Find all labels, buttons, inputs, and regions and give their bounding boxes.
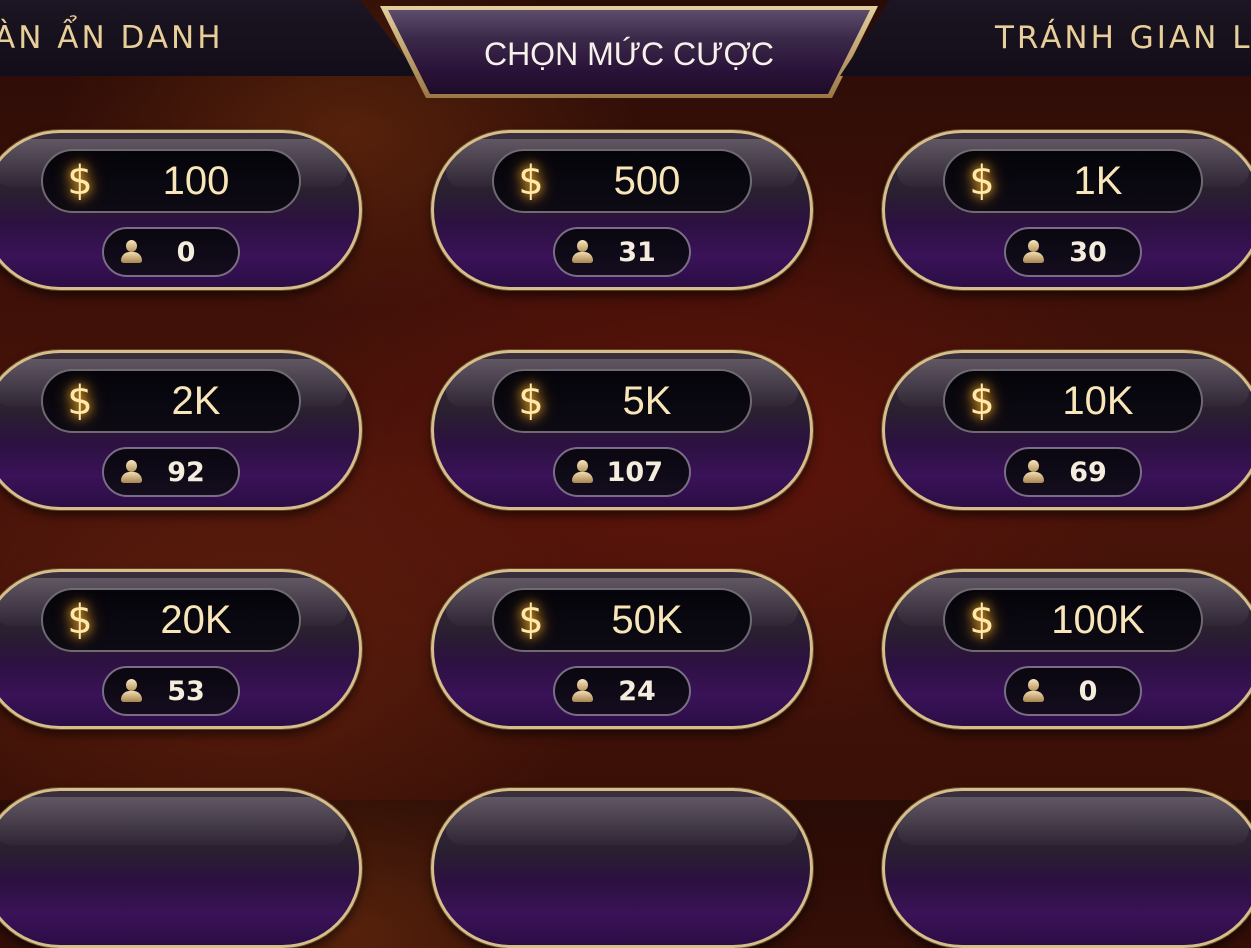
bet-amount: 50K bbox=[611, 597, 683, 642]
bet-card[interactable]: $ 5K 107 bbox=[431, 350, 813, 510]
user-icon bbox=[104, 676, 160, 706]
player-count-pill: 31 bbox=[553, 227, 691, 277]
player-count: 0 bbox=[1078, 675, 1098, 707]
player-count-pill: 24 bbox=[553, 666, 691, 716]
player-count: 31 bbox=[618, 236, 656, 268]
bet-amount-pill: $ 500 bbox=[492, 149, 752, 213]
bet-card[interactable]: $ 2K 92 bbox=[0, 350, 362, 510]
bet-amount-pill: $ 10K bbox=[943, 369, 1203, 433]
player-count-pill: 69 bbox=[1004, 447, 1142, 497]
bet-amount: 100 bbox=[162, 158, 230, 203]
player-count: 69 bbox=[1069, 456, 1107, 488]
dollar-icon: $ bbox=[67, 378, 93, 424]
user-icon bbox=[1006, 676, 1062, 706]
user-icon bbox=[104, 237, 160, 267]
user-icon bbox=[555, 237, 611, 267]
dollar-icon: $ bbox=[518, 158, 544, 204]
bet-amount: 500 bbox=[613, 158, 681, 203]
bet-card[interactable]: $ 500 31 bbox=[431, 130, 813, 290]
bet-card[interactable]: $ 1K 30 bbox=[882, 130, 1251, 290]
bet-grid: $ 100 0 $ 500 31 $ 1K 30 $ 2K 92 $ 5K 10… bbox=[0, 0, 1251, 948]
user-icon bbox=[1006, 237, 1062, 267]
user-icon bbox=[555, 676, 611, 706]
user-icon bbox=[1006, 457, 1062, 487]
dollar-icon: $ bbox=[969, 158, 995, 204]
player-count: 92 bbox=[167, 456, 205, 488]
bet-amount-pill: $ 100K bbox=[943, 588, 1203, 652]
player-count-pill: 30 bbox=[1004, 227, 1142, 277]
bet-amount-pill: $ 1K bbox=[943, 149, 1203, 213]
player-count-pill: 92 bbox=[102, 447, 240, 497]
player-count-pill: 0 bbox=[1004, 666, 1142, 716]
bet-card[interactable]: $ 100K 0 bbox=[882, 569, 1251, 729]
player-count: 30 bbox=[1069, 236, 1107, 268]
bet-card-partial[interactable] bbox=[0, 788, 362, 948]
dollar-icon: $ bbox=[969, 378, 995, 424]
bet-card[interactable]: $ 20K 53 bbox=[0, 569, 362, 729]
bet-card[interactable]: $ 100 0 bbox=[0, 130, 362, 290]
dollar-icon: $ bbox=[969, 597, 995, 643]
bet-amount: 100K bbox=[1051, 597, 1145, 642]
bet-amount: 2K bbox=[171, 378, 221, 423]
player-count-pill: 0 bbox=[102, 227, 240, 277]
user-icon bbox=[555, 457, 607, 487]
player-count: 107 bbox=[606, 456, 663, 488]
dollar-icon: $ bbox=[67, 597, 93, 643]
bet-card[interactable]: $ 50K 24 bbox=[431, 569, 813, 729]
bet-amount-pill: $ 2K bbox=[41, 369, 301, 433]
player-count-pill: 53 bbox=[102, 666, 240, 716]
dollar-icon: $ bbox=[67, 158, 93, 204]
bet-amount: 5K bbox=[622, 378, 672, 423]
player-count-pill: 107 bbox=[553, 447, 691, 497]
player-count: 24 bbox=[618, 675, 656, 707]
bet-amount: 10K bbox=[1062, 378, 1134, 423]
bet-amount: 20K bbox=[160, 597, 232, 642]
bet-amount-pill: $ 50K bbox=[492, 588, 752, 652]
bet-amount-pill: $ 5K bbox=[492, 369, 752, 433]
bet-card-partial[interactable] bbox=[431, 788, 813, 948]
player-count: 0 bbox=[176, 236, 196, 268]
bet-amount: 1K bbox=[1073, 158, 1123, 203]
dollar-icon: $ bbox=[518, 597, 544, 643]
bet-amount-pill: $ 100 bbox=[41, 149, 301, 213]
bet-amount-pill: $ 20K bbox=[41, 588, 301, 652]
bet-card[interactable]: $ 10K 69 bbox=[882, 350, 1251, 510]
dollar-icon: $ bbox=[518, 378, 544, 424]
bet-card-partial[interactable] bbox=[882, 788, 1251, 948]
player-count: 53 bbox=[167, 675, 205, 707]
user-icon bbox=[104, 457, 160, 487]
